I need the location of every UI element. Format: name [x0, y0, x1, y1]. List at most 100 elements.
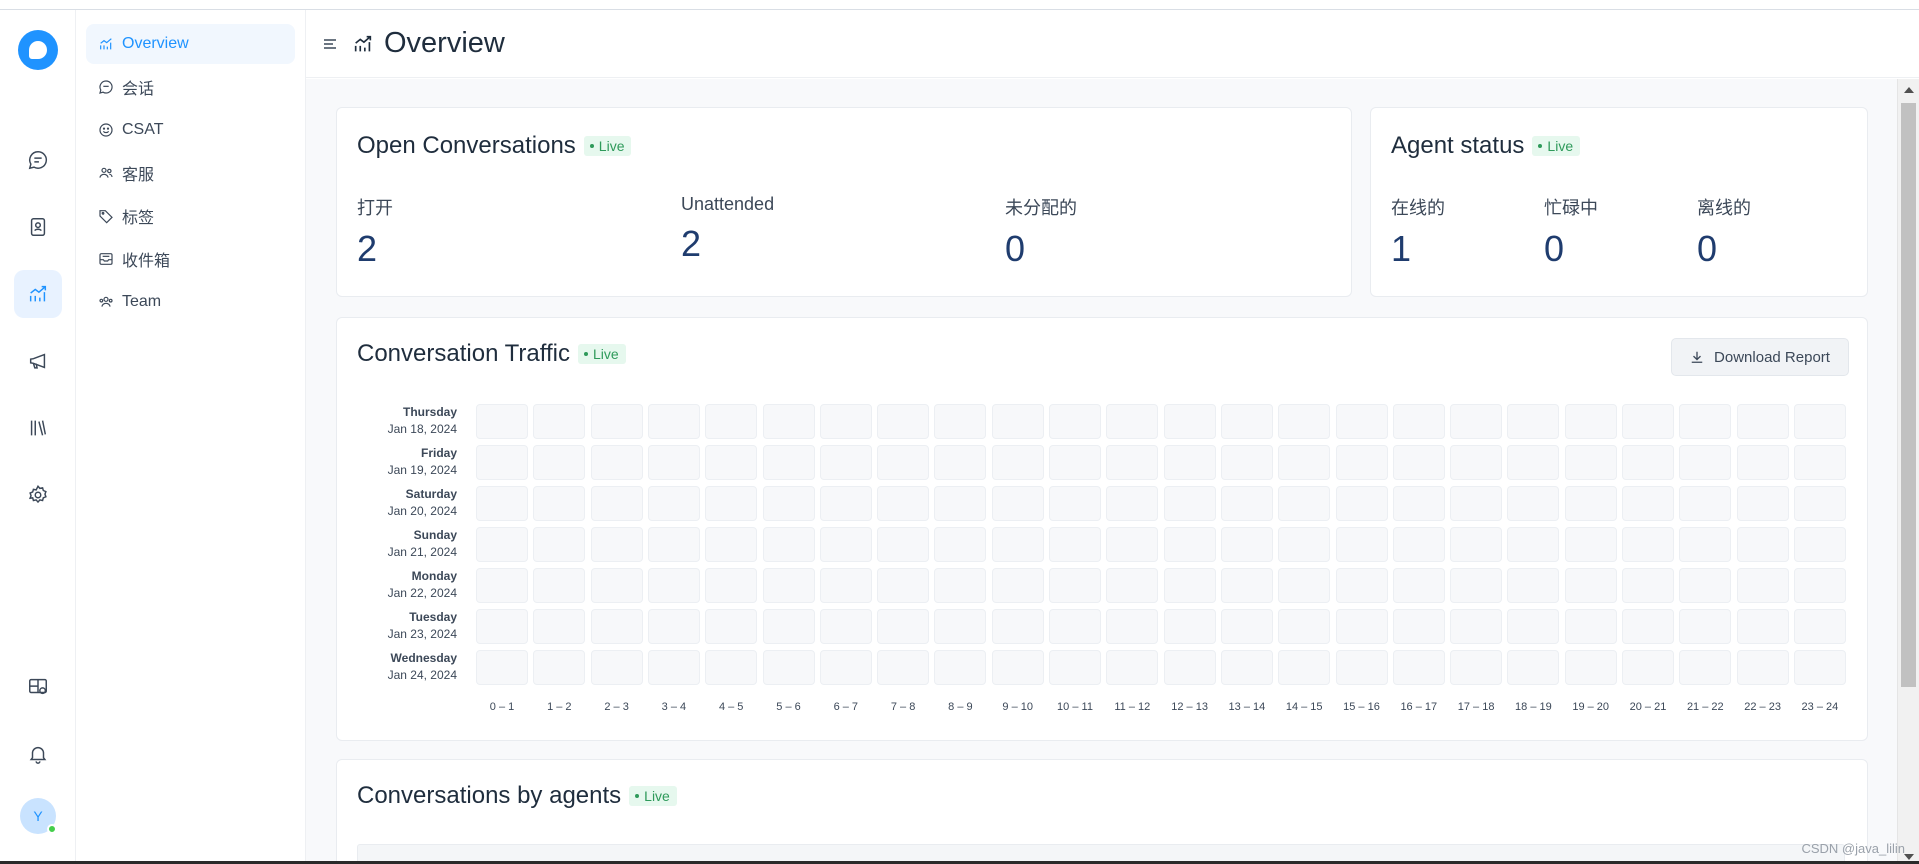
- heatmap-cell[interactable]: [762, 568, 815, 603]
- heatmap-cell[interactable]: [877, 527, 930, 562]
- heatmap-cell[interactable]: [647, 650, 700, 685]
- heatmap-cell[interactable]: [991, 527, 1044, 562]
- heatmap-cell[interactable]: [991, 650, 1044, 685]
- heatmap-cell[interactable]: [476, 445, 528, 480]
- heatmap-cell[interactable]: [877, 445, 930, 480]
- heatmap-cell[interactable]: [1736, 568, 1789, 603]
- heatmap-cell[interactable]: [1106, 404, 1159, 439]
- heatmap-cell[interactable]: [1278, 568, 1331, 603]
- heatmap-cell[interactable]: [1622, 404, 1674, 439]
- heatmap-cell[interactable]: [1622, 650, 1674, 685]
- heatmap-cell[interactable]: [1622, 445, 1674, 480]
- heatmap-cell[interactable]: [762, 404, 815, 439]
- heatmap-cell[interactable]: [1163, 404, 1216, 439]
- heatmap-cell[interactable]: [819, 404, 872, 439]
- vertical-scrollbar[interactable]: [1897, 79, 1919, 864]
- menu-toggle-icon[interactable]: [322, 36, 338, 52]
- heatmap-cell[interactable]: [991, 609, 1044, 644]
- heatmap-cell[interactable]: [1793, 568, 1846, 603]
- heatmap-cell[interactable]: [991, 445, 1044, 480]
- heatmap-cell[interactable]: [1736, 445, 1789, 480]
- heatmap-cell[interactable]: [762, 527, 815, 562]
- heatmap-cell[interactable]: [1106, 650, 1159, 685]
- heatmap-cell[interactable]: [705, 609, 758, 644]
- contacts-icon[interactable]: [14, 203, 62, 251]
- heatmap-cell[interactable]: [705, 404, 758, 439]
- heatmap-cell[interactable]: [1220, 650, 1273, 685]
- heatmap-cell[interactable]: [590, 568, 643, 603]
- heatmap-cell[interactable]: [819, 568, 872, 603]
- heatmap-cell[interactable]: [647, 404, 700, 439]
- heatmap-cell[interactable]: [1049, 527, 1101, 562]
- heatmap-cell[interactable]: [1564, 527, 1617, 562]
- heatmap-cell[interactable]: [934, 568, 987, 603]
- heatmap-cell[interactable]: [476, 609, 528, 644]
- heatmap-cell[interactable]: [1278, 445, 1331, 480]
- sidebar-item-agents[interactable]: 客服: [86, 153, 295, 193]
- heatmap-cell[interactable]: [1335, 486, 1388, 521]
- heatmap-cell[interactable]: [1564, 609, 1617, 644]
- heatmap-cell[interactable]: [1622, 486, 1674, 521]
- heatmap-cell[interactable]: [1564, 445, 1617, 480]
- heatmap-cell[interactable]: [1736, 404, 1789, 439]
- heatmap-cell[interactable]: [1163, 445, 1216, 480]
- heatmap-cell[interactable]: [1392, 486, 1445, 521]
- heatmap-cell[interactable]: [991, 568, 1044, 603]
- heatmap-cell[interactable]: [476, 568, 528, 603]
- sidebar-item-conversations[interactable]: 会话: [86, 67, 295, 107]
- chat-icon[interactable]: [14, 136, 62, 184]
- heatmap-cell[interactable]: [1622, 568, 1674, 603]
- heatmap-cell[interactable]: [1507, 527, 1560, 562]
- heatmap-cell[interactable]: [1049, 445, 1101, 480]
- scrollbar-thumb[interactable]: [1901, 103, 1916, 687]
- heatmap-cell[interactable]: [1163, 486, 1216, 521]
- heatmap-cell[interactable]: [1220, 445, 1273, 480]
- heatmap-cell[interactable]: [1736, 486, 1789, 521]
- heatmap-cell[interactable]: [1679, 609, 1732, 644]
- heatmap-cell[interactable]: [1335, 650, 1388, 685]
- heatmap-cell[interactable]: [1220, 609, 1273, 644]
- heatmap-cell[interactable]: [1106, 568, 1159, 603]
- heatmap-cell[interactable]: [1106, 609, 1159, 644]
- heatmap-cell[interactable]: [877, 404, 930, 439]
- heatmap-cell[interactable]: [1049, 609, 1101, 644]
- scroll-down-arrow[interactable]: [1904, 854, 1914, 860]
- heatmap-cell[interactable]: [1450, 650, 1503, 685]
- heatmap-cell[interactable]: [877, 568, 930, 603]
- heatmap-cell[interactable]: [1278, 650, 1331, 685]
- heatmap-cell[interactable]: [476, 527, 528, 562]
- sidebar-item-labels[interactable]: 标签: [86, 196, 295, 236]
- heatmap-cell[interactable]: [762, 445, 815, 480]
- heatmap-cell[interactable]: [1507, 486, 1560, 521]
- heatmap-cell[interactable]: [1793, 445, 1846, 480]
- library-icon[interactable]: [14, 404, 62, 452]
- heatmap-cell[interactable]: [1564, 568, 1617, 603]
- heatmap-cell[interactable]: [1163, 609, 1216, 644]
- heatmap-cell[interactable]: [1622, 609, 1674, 644]
- heatmap-cell[interactable]: [762, 609, 815, 644]
- heatmap-cell[interactable]: [1335, 404, 1388, 439]
- heatmap-cell[interactable]: [934, 609, 987, 644]
- heatmap-cell[interactable]: [705, 650, 758, 685]
- heatmap-cell[interactable]: [991, 404, 1044, 439]
- heatmap-cell[interactable]: [1507, 650, 1560, 685]
- heatmap-cell[interactable]: [647, 445, 700, 480]
- heatmap-cell[interactable]: [590, 650, 643, 685]
- heatmap-cell[interactable]: [533, 568, 586, 603]
- heatmap-cell[interactable]: [705, 486, 758, 521]
- heatmap-cell[interactable]: [1335, 527, 1388, 562]
- heatmap-cell[interactable]: [1220, 486, 1273, 521]
- heatmap-cell[interactable]: [1106, 445, 1159, 480]
- heatmap-cell[interactable]: [533, 486, 586, 521]
- heatmap-cell[interactable]: [705, 527, 758, 562]
- heatmap-cell[interactable]: [1392, 568, 1445, 603]
- heatmap-cell[interactable]: [476, 650, 528, 685]
- sidebar-item-overview[interactable]: Overview: [86, 24, 295, 64]
- heatmap-cell[interactable]: [1106, 527, 1159, 562]
- scroll-up-arrow[interactable]: [1904, 87, 1914, 93]
- heatmap-cell[interactable]: [1335, 445, 1388, 480]
- sidebar-item-csat[interactable]: CSAT: [86, 110, 295, 150]
- heatmap-cell[interactable]: [1679, 568, 1732, 603]
- settings-icon[interactable]: [14, 471, 62, 519]
- heatmap-cell[interactable]: [590, 527, 643, 562]
